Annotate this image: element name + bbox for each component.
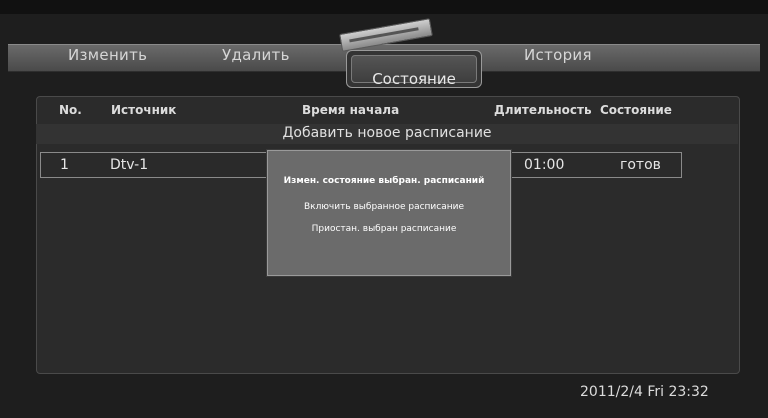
header-duration: Длительность	[494, 103, 592, 117]
add-schedule-row[interactable]: Добавить новое расписание	[36, 124, 738, 144]
tab-state-label: Состояние	[372, 70, 456, 88]
row-no: 1	[60, 157, 69, 173]
clock-datetime: 2011/2/4 Fri 23:32	[580, 384, 709, 400]
header-no: No.	[59, 103, 82, 117]
popup-title: Измен. состояние выбран. расписаний	[283, 176, 485, 186]
header-state: Состояние	[600, 103, 672, 117]
top-border	[0, 0, 768, 14]
popup-option-suspend[interactable]: Приостан. выбран расписание	[0, 222, 768, 236]
tab-delete[interactable]: Удалить	[222, 44, 290, 70]
tab-state-frame: Состояние	[351, 55, 477, 88]
popup-option-enable[interactable]: Включить выбранное расписание	[0, 200, 768, 214]
row-state: готов	[620, 157, 661, 173]
header-start-time: Время начала	[302, 103, 400, 117]
header-source: Источник	[111, 103, 177, 117]
tv-screen: Изменить Удалить История Состояние No. И…	[0, 0, 768, 418]
row-source: Dtv-1	[110, 157, 149, 173]
row-duration: 01:00	[524, 157, 565, 173]
tab-edit[interactable]: Изменить	[68, 44, 147, 70]
tab-state[interactable]: Состояние	[346, 50, 482, 88]
tab-history[interactable]: История	[524, 44, 592, 70]
